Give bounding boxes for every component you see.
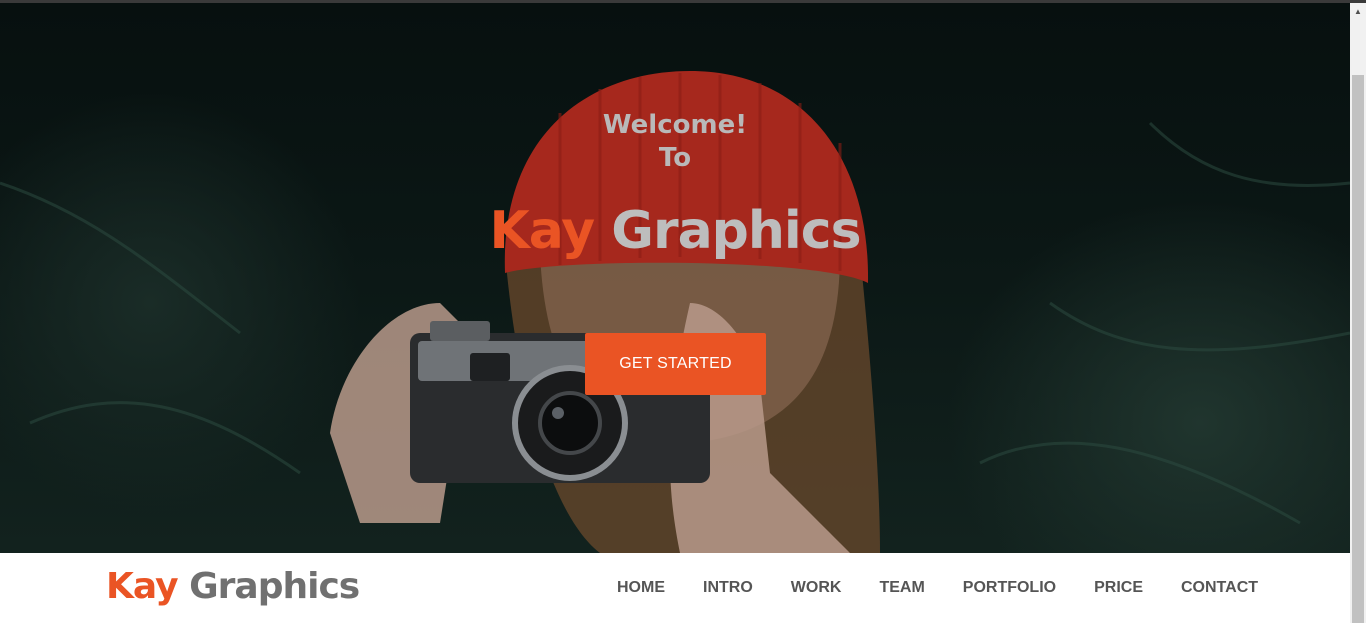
hero-title-rest: Graphics — [611, 201, 861, 261]
hero-section: Welcome! To Kay Graphics GET STARTED — [0, 3, 1350, 553]
welcome-line-1: Welcome! — [602, 110, 748, 140]
welcome-heading: Welcome! To — [0, 109, 1350, 175]
scrollbar-thumb[interactable] — [1352, 75, 1364, 623]
nav-item-portfolio[interactable]: PORTFOLIO — [944, 553, 1075, 623]
hero-title: Kay Graphics — [0, 199, 1350, 263]
page: Welcome! To Kay Graphics GET STARTED Kay… — [0, 0, 1366, 623]
nav-item-team[interactable]: TEAM — [860, 553, 943, 623]
vertical-scrollbar[interactable]: ▲ — [1350, 3, 1366, 623]
nav-item-home[interactable]: HOME — [598, 553, 684, 623]
nav-item-contact[interactable]: CONTACT — [1162, 553, 1277, 623]
nav-menu: HOME INTRO WORK TEAM PORTFOLIO PRICE CON… — [598, 553, 1277, 623]
hero-content: Welcome! To Kay Graphics GET STARTED — [0, 3, 1350, 553]
welcome-line-2: To — [658, 143, 692, 173]
brand-rest: Graphics — [189, 566, 360, 607]
nav-item-intro[interactable]: INTRO — [684, 553, 772, 623]
brand-accent: Kay — [106, 566, 179, 607]
window-top-border — [0, 0, 1366, 3]
get-started-button[interactable]: GET STARTED — [585, 333, 766, 395]
triangle-up-icon[interactable]: ▲ — [1350, 3, 1366, 19]
brand-logo[interactable]: Kay Graphics — [106, 565, 360, 609]
main-navbar: Kay Graphics HOME INTRO WORK TEAM PORTFO… — [0, 553, 1350, 623]
nav-item-work[interactable]: WORK — [772, 553, 861, 623]
nav-item-price[interactable]: PRICE — [1075, 553, 1162, 623]
hero-title-accent: Kay — [489, 201, 595, 261]
